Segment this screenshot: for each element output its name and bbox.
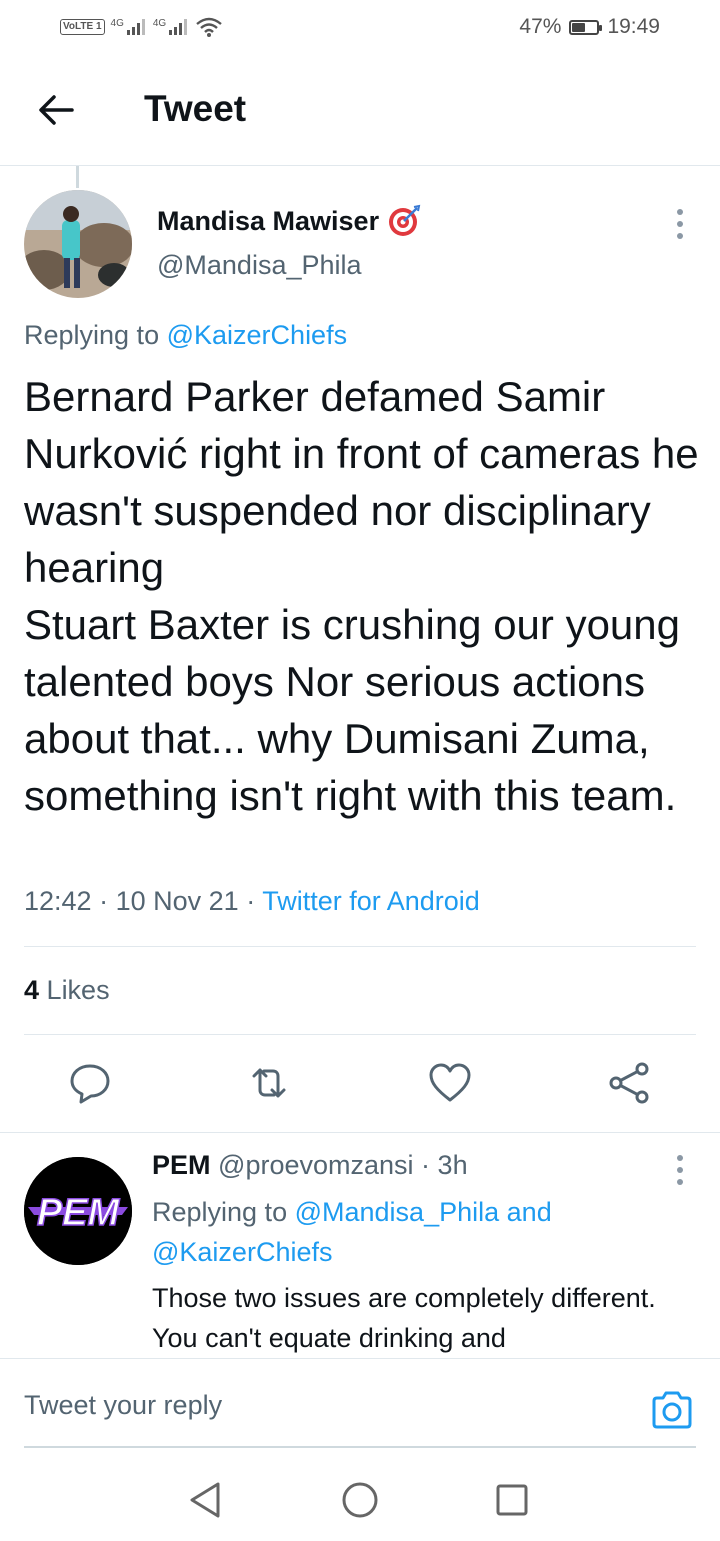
more-options-icon[interactable] — [670, 206, 690, 242]
author-handle[interactable]: @Mandisa_Phila — [157, 250, 362, 281]
target-emoji-icon — [389, 204, 421, 236]
composer-top-border — [0, 1358, 720, 1359]
likes-label: Likes — [46, 975, 110, 1005]
reply-icon[interactable] — [67, 1060, 113, 1106]
nav-back-icon[interactable] — [184, 1478, 228, 1522]
avatar[interactable] — [24, 190, 132, 298]
thread-line — [76, 166, 79, 188]
battery-percent: 47% — [519, 15, 562, 38]
pem-logo: PEM — [24, 1157, 132, 1265]
reply-replying-prefix: Replying to — [152, 1197, 288, 1227]
reply-replying-to-line: Replying to @Mandisa_Phila and @KaizerCh… — [152, 1192, 672, 1272]
battery-fill — [572, 22, 585, 32]
battery-icon — [569, 19, 603, 35]
camera-icon[interactable] — [650, 1388, 694, 1432]
reply-input[interactable] — [24, 1390, 624, 1421]
nav-recents-icon[interactable] — [490, 1478, 534, 1522]
reply-time: 3h — [437, 1150, 468, 1180]
divider — [0, 1132, 720, 1133]
status-right: 47% 19:49 — [519, 14, 660, 40]
signal-2: 4G — [153, 18, 189, 36]
replying-to-link[interactable]: @KaizerChiefs — [167, 320, 347, 350]
tweet-text: Bernard Parker defamed Samir Nurković ri… — [24, 373, 699, 819]
divider — [24, 946, 696, 947]
app-header — [0, 56, 720, 166]
tweet-meta: 12:42 · 10 Nov 21 · Twitter for Android — [24, 886, 480, 916]
signal-1: 4G — [111, 18, 147, 36]
author-name-text: Mandisa Mawiser — [157, 205, 380, 236]
signal-bars-1-icon — [126, 19, 145, 35]
nav-home-icon[interactable] — [338, 1478, 382, 1522]
reply-header: PEM @proevomzansi · 3h — [152, 1150, 468, 1180]
signal-bars-2-icon — [169, 19, 188, 35]
reply-replying-to-link-1[interactable]: @Mandisa_Phila — [295, 1197, 500, 1227]
avatar-text: PEM — [37, 1192, 121, 1234]
replying-prefix: Replying to — [24, 320, 160, 350]
tweet-source[interactable]: Twitter for Android — [262, 886, 480, 916]
share-icon[interactable] — [607, 1060, 653, 1106]
reply-replying-and: and — [506, 1197, 552, 1227]
reply-replying-to-link-2[interactable]: @KaizerChiefs — [152, 1237, 332, 1267]
status-left: VoLTE 1 4G 4G — [60, 14, 223, 40]
like-heart-icon[interactable] — [427, 1060, 473, 1106]
tweet-time: 12:42 — [24, 886, 92, 916]
divider — [24, 1034, 696, 1035]
retweet-icon[interactable] — [246, 1060, 292, 1106]
page-title: Tweet — [144, 88, 247, 129]
reply-author-name[interactable]: PEM — [152, 1150, 211, 1180]
avatar-photo — [24, 190, 132, 298]
likes-number: 4 — [24, 975, 40, 1005]
author-name[interactable]: Mandisa Mawiser — [157, 204, 421, 238]
wifi-icon — [196, 17, 222, 37]
reply-text: Those two issues are completely differen… — [152, 1283, 656, 1353]
composer-underline — [24, 1446, 696, 1448]
likes-count[interactable]: 4 Likes — [24, 975, 110, 1006]
status-bar: VoLTE 1 4G 4G 47% 19:49 — [0, 0, 720, 56]
back-arrow-icon[interactable] — [36, 90, 76, 130]
clock: 19:49 — [607, 15, 660, 38]
reply-avatar[interactable]: PEM — [24, 1157, 132, 1265]
volte-indicator: VoLTE 1 — [60, 19, 105, 35]
replying-to-line: Replying to @KaizerChiefs — [24, 320, 347, 351]
reply-author-handle[interactable]: @proevomzansi — [218, 1150, 414, 1180]
tweet-date: 10 Nov 21 — [115, 886, 239, 916]
reply-more-options-icon[interactable] — [670, 1152, 690, 1188]
